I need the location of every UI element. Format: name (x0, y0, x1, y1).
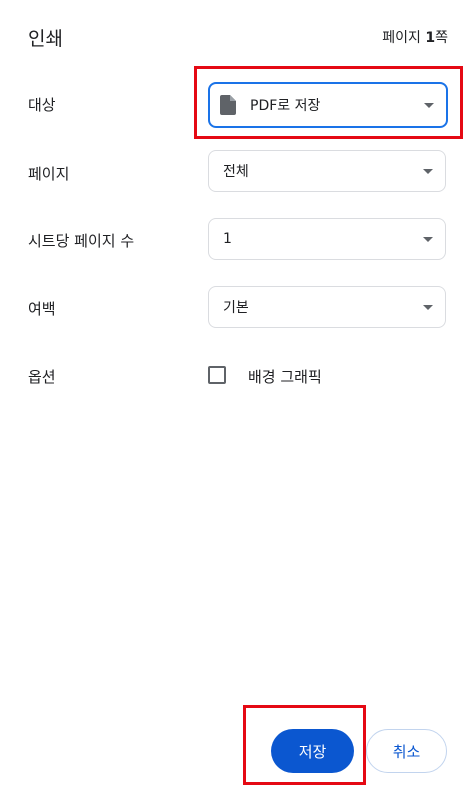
destination-value: PDF로 저장 (250, 98, 321, 114)
print-dialog: 인쇄 페이지 1쪽 대상 PDF로 저장 페이지 전체 시트당 페이지 수 1 … (0, 0, 476, 801)
chevron-down-icon (424, 103, 434, 108)
chevron-down-icon (423, 305, 433, 310)
dialog-title: 인쇄 (28, 28, 63, 50)
chevron-down-icon (423, 237, 433, 242)
destination-select[interactable]: PDF로 저장 (208, 82, 448, 128)
options-label: 옵션 (28, 368, 56, 386)
page-count: 페이지 1쪽 (382, 27, 448, 47)
page-count-number: 1 (425, 30, 436, 46)
margins-value: 기본 (223, 300, 249, 316)
cancel-button[interactable]: 취소 (366, 729, 447, 773)
document-icon (220, 95, 236, 115)
pages-select[interactable]: 전체 (208, 150, 446, 192)
page-count-suffix: 쪽 (435, 30, 448, 46)
page-count-prefix: 페이지 (382, 30, 426, 46)
save-button[interactable]: 저장 (271, 729, 354, 773)
pages-label: 페이지 (28, 165, 70, 183)
margins-select[interactable]: 기본 (208, 286, 446, 328)
background-graphics-label[interactable]: 배경 그래픽 (248, 366, 322, 387)
chevron-down-icon (423, 169, 433, 174)
pages-per-sheet-label: 시트당 페이지 수 (28, 232, 135, 250)
pages-value: 전체 (223, 164, 249, 180)
pages-per-sheet-value: 1 (223, 231, 232, 247)
margins-label: 여백 (28, 300, 56, 318)
pages-per-sheet-select[interactable]: 1 (208, 218, 446, 260)
background-graphics-checkbox[interactable] (208, 366, 226, 384)
destination-label: 대상 (28, 96, 56, 114)
